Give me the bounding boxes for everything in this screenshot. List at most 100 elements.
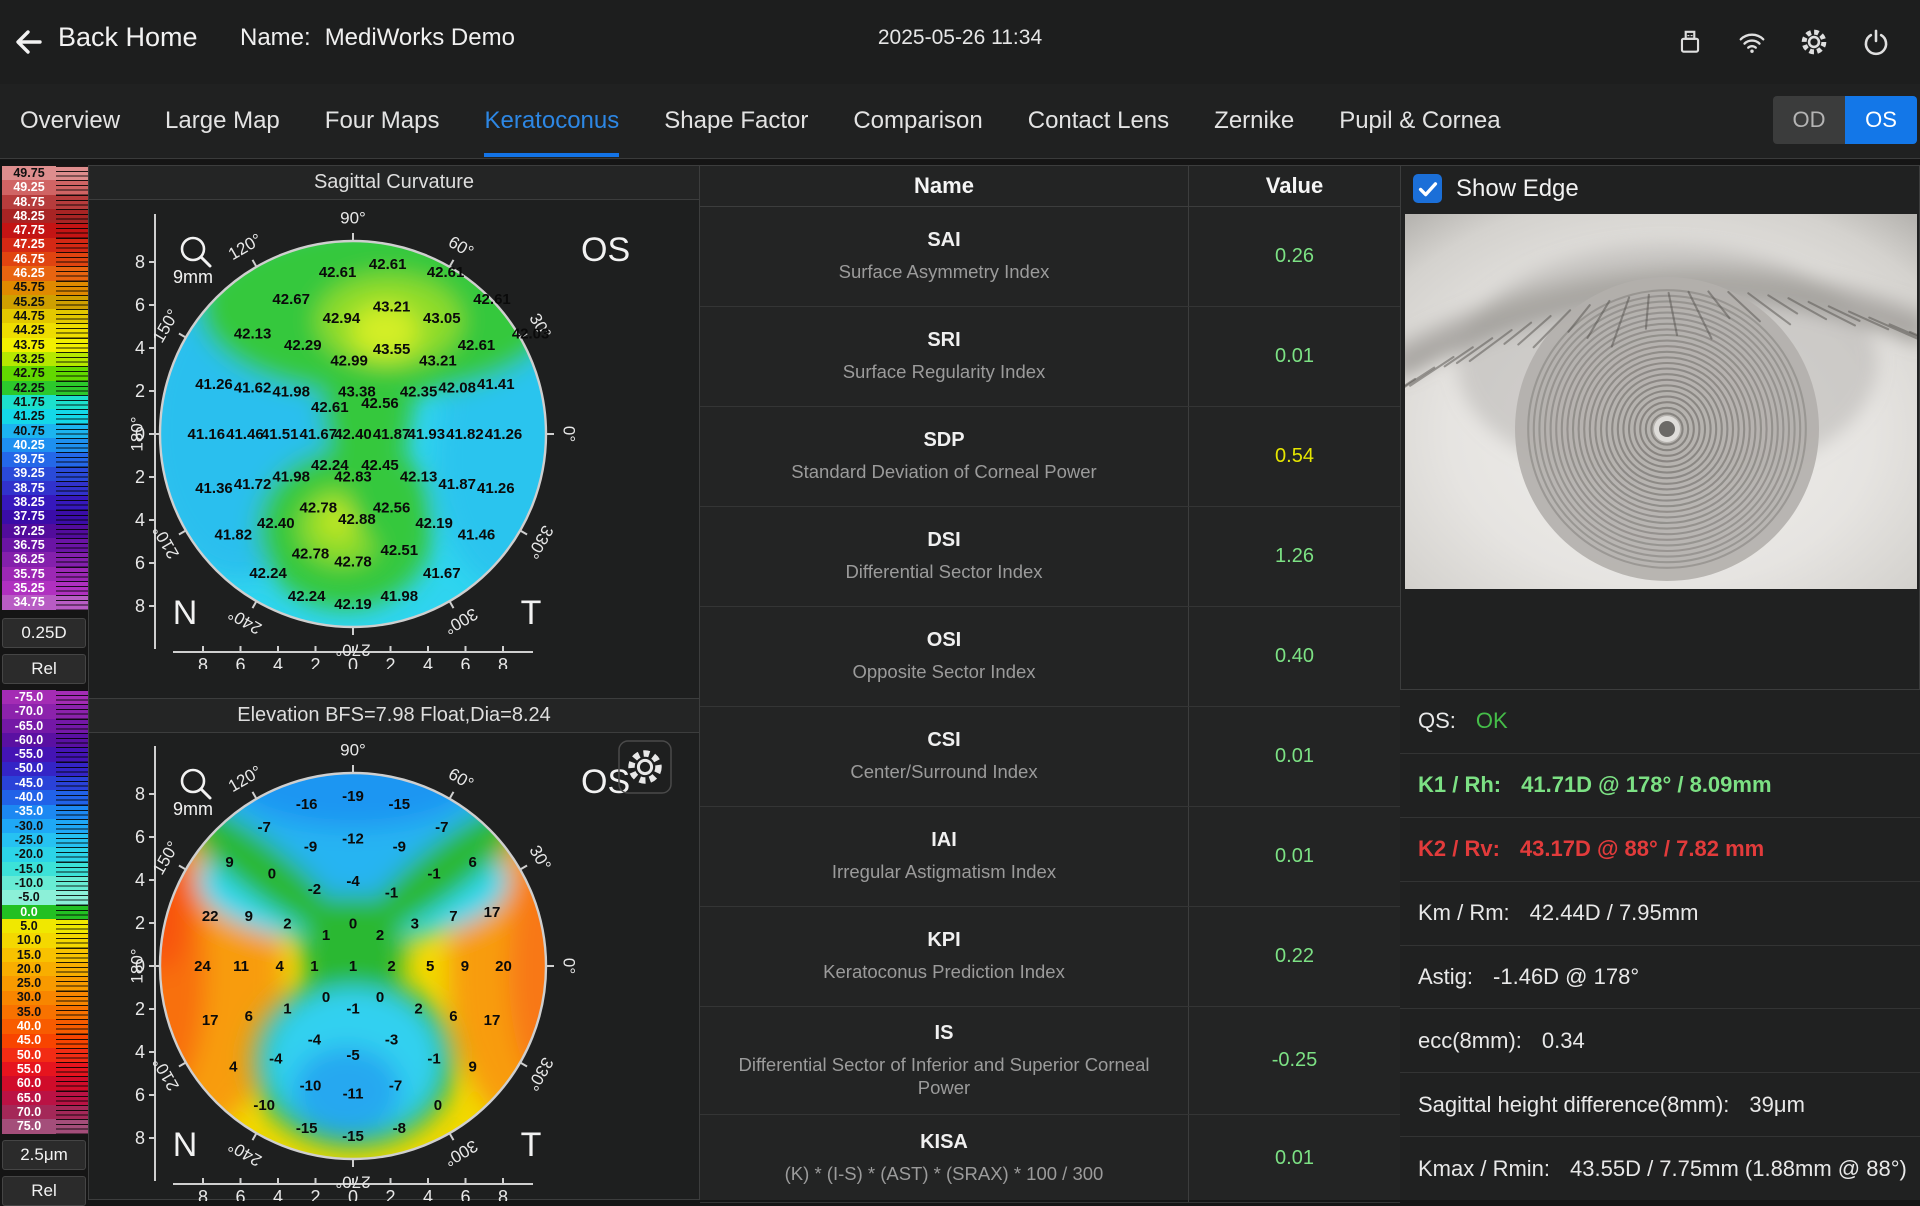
svg-text:4: 4 [135, 1042, 145, 1062]
svg-text:-7: -7 [389, 1078, 402, 1095]
svg-text:41.98: 41.98 [381, 588, 419, 605]
svg-text:0: 0 [135, 424, 145, 444]
elevation-map: 90°120°150°180°210°240°270°300°330°0°30°… [89, 731, 699, 1201]
svg-text:0: 0 [349, 916, 357, 933]
svg-text:2: 2 [135, 999, 145, 1019]
table-row-sri: SRISurface Regularity Index0.01 [700, 307, 1400, 407]
scale-entry: 47.75 [2, 223, 88, 237]
svg-text:41.41: 41.41 [477, 376, 515, 393]
usb-icon[interactable] [1672, 24, 1708, 60]
svg-text:42.19: 42.19 [334, 596, 372, 613]
scale-entry: 42.75 [2, 366, 88, 380]
index-description: (K) * (I-S) * (AST) * (SRAX) * 100 / 300 [785, 1162, 1104, 1185]
svg-text:8: 8 [498, 655, 508, 669]
svg-text:330°: 330° [523, 1054, 557, 1094]
tab-large-map[interactable]: Large Map [165, 84, 280, 157]
tab-overview[interactable]: Overview [20, 84, 120, 157]
svg-text:4: 4 [273, 1187, 283, 1201]
elevation-color-scale: -75.0-70.0-65.0-60.0-55.0-50.0-45.0-40.0… [2, 690, 88, 1134]
svg-text:42.78: 42.78 [334, 553, 372, 570]
tab-contact-lens[interactable]: Contact Lens [1028, 84, 1169, 157]
svg-text:42.67: 42.67 [272, 291, 310, 308]
svg-text:-9: -9 [393, 838, 406, 855]
wifi-icon[interactable] [1734, 24, 1770, 60]
index-value: 0.40 [1275, 645, 1314, 668]
svg-text:41.26: 41.26 [477, 480, 515, 497]
svg-text:41.98: 41.98 [272, 384, 310, 401]
svg-text:9mm: 9mm [173, 799, 213, 819]
scale-entry: 40.0 [2, 1019, 88, 1033]
scale-step-button[interactable]: 0.25D [2, 618, 86, 648]
index-description: Differential Sector Index [845, 560, 1042, 583]
svg-text:240°: 240° [225, 1136, 265, 1170]
svg-text:42.61: 42.61 [311, 399, 349, 416]
tab-comparison[interactable]: Comparison [853, 84, 982, 157]
scale-entry: 37.25 [2, 524, 88, 538]
scale-entry: 45.75 [2, 281, 88, 295]
svg-text:43.05: 43.05 [423, 310, 461, 327]
svg-text:4: 4 [273, 655, 283, 669]
index-value: 0.22 [1275, 945, 1314, 968]
scale-entry: 65.0 [2, 1091, 88, 1105]
svg-text:240°: 240° [225, 604, 265, 638]
scale2-mode-button[interactable]: Rel [2, 1176, 86, 1206]
svg-text:42.03: 42.03 [512, 326, 550, 343]
svg-text:-19: -19 [342, 788, 364, 805]
datetime: 2025-05-26 11:34 [0, 26, 1920, 50]
scale-entry: 46.25 [2, 266, 88, 280]
os-button[interactable]: OS [1845, 96, 1917, 144]
scale-entry: 0.0 [2, 905, 88, 919]
table-row-sdp: SDPStandard Deviation of Corneal Power0.… [700, 407, 1400, 507]
scale-entry: -75.0 [2, 690, 88, 704]
zoom-loupe-icon[interactable] [182, 770, 210, 798]
svg-text:41.26: 41.26 [195, 376, 233, 393]
svg-text:60°: 60° [445, 232, 477, 261]
gear-icon[interactable] [1796, 24, 1832, 60]
od-button[interactable]: OD [1773, 96, 1845, 144]
tab-shape-factor[interactable]: Shape Factor [664, 84, 808, 157]
checkbox-checked-icon[interactable] [1413, 174, 1442, 203]
svg-text:6: 6 [449, 1008, 457, 1025]
svg-text:9: 9 [461, 958, 469, 975]
scale-entry: 10.0 [2, 933, 88, 947]
svg-text:42.78: 42.78 [300, 499, 338, 516]
svg-text:6: 6 [135, 827, 145, 847]
scale-entry: 35.25 [2, 581, 88, 595]
scale-entry: 38.25 [2, 495, 88, 509]
svg-text:0: 0 [348, 1187, 358, 1201]
scale-entry: 40.25 [2, 438, 88, 452]
scale-mode-button[interactable]: Rel [2, 654, 86, 684]
measurement-label: K2 / Rv: [1418, 836, 1500, 862]
measurement-label: Astig: [1418, 964, 1473, 990]
scale-entry: 25.0 [2, 976, 88, 990]
svg-text:2: 2 [376, 927, 384, 944]
svg-text:6: 6 [460, 1187, 470, 1201]
index-value: -0.25 [1272, 1049, 1318, 1072]
system-icons [1672, 24, 1894, 60]
measurement-label: QS: [1418, 708, 1456, 734]
tab-four-maps[interactable]: Four Maps [325, 84, 440, 157]
tab-keratoconus[interactable]: Keratoconus [484, 84, 619, 157]
measurement-row: ecc(8mm):0.34 [1400, 1009, 1920, 1073]
scale-entry: -5.0 [2, 890, 88, 904]
index-abbr: KISA [920, 1131, 968, 1154]
zoom-loupe-icon[interactable] [182, 238, 210, 266]
scale2-step-button[interactable]: 2.5μm [2, 1140, 86, 1170]
placido-eye-image [1405, 214, 1917, 589]
svg-text:41.98: 41.98 [272, 469, 310, 486]
scale-entry: 38.75 [2, 481, 88, 495]
tab-zernike[interactable]: Zernike [1214, 84, 1294, 157]
power-icon[interactable] [1858, 24, 1894, 60]
tab-pupil-cornea[interactable]: Pupil & Cornea [1339, 84, 1500, 157]
scale-entry: 48.75 [2, 195, 88, 209]
show-edge-checkbox[interactable]: Show Edge [1413, 174, 1579, 203]
table-body: SAISurface Asymmetry Index0.26SRISurface… [700, 207, 1400, 1203]
svg-text:0: 0 [434, 1097, 442, 1114]
scale-entry: -15.0 [2, 862, 88, 876]
table-row-osi: OSIOpposite Sector Index0.40 [700, 607, 1400, 707]
svg-text:2: 2 [387, 958, 395, 975]
svg-text:9: 9 [245, 908, 253, 925]
svg-text:T: T [521, 594, 542, 632]
svg-text:42.24: 42.24 [249, 565, 287, 582]
svg-text:6: 6 [135, 295, 145, 315]
